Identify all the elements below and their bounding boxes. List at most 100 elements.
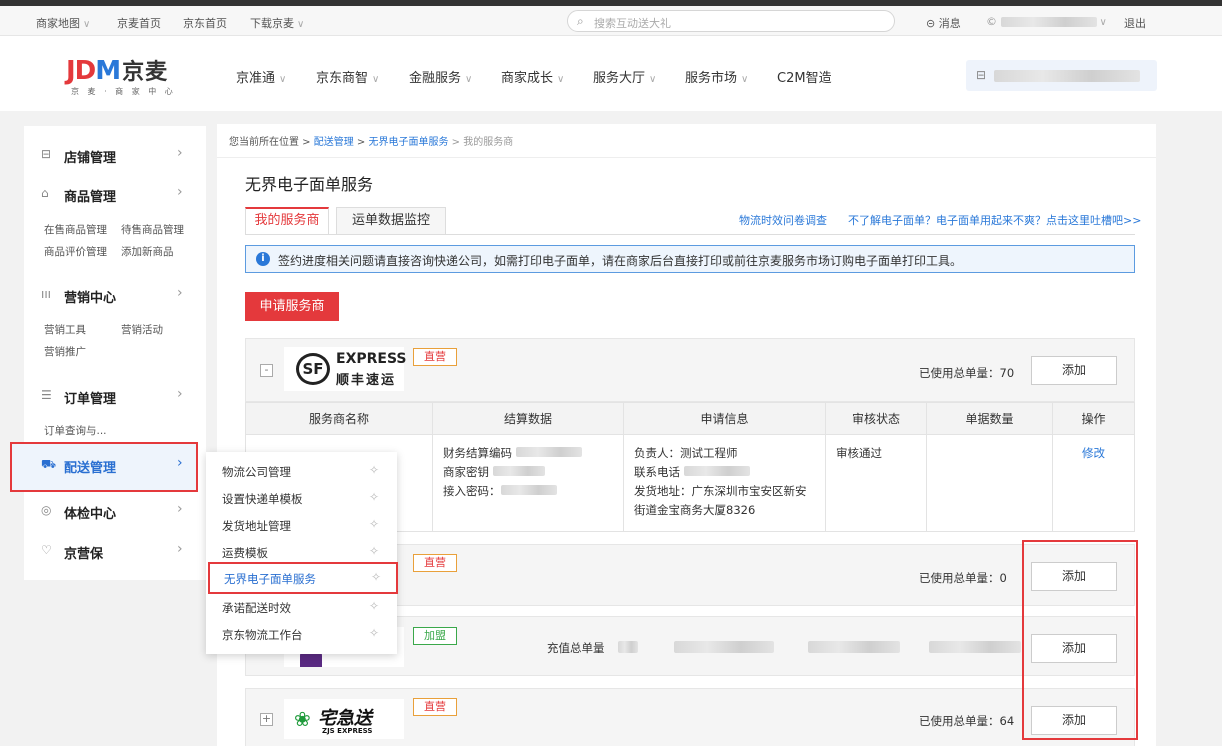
username-blurred (1000, 17, 1097, 27)
sidebar-sub-tools[interactable]: 营销工具 (44, 322, 86, 337)
sidebar-item-jingyingbao[interactable]: ♡ 京营保 › (24, 538, 206, 564)
cell-status: 审核通过 (825, 434, 927, 532)
sidebar-sub-add[interactable]: 添加新商品 (121, 244, 174, 259)
settle-pwd-label: 接入密码： (443, 484, 501, 498)
sidebar-item-orders[interactable]: ☰ 订单管理 › (24, 383, 206, 409)
nav-jingzhuntong[interactable]: 京准通 ∨ (236, 67, 286, 86)
sidebar-item-label: 配送管理 (64, 461, 117, 476)
sidebar-sub-pending[interactable]: 待售商品管理 (121, 222, 184, 237)
search-input[interactable]: ⌕ 搜索互动送大礼 (567, 10, 895, 32)
provider-card-zjs: + ❀ 宅急送 ZJS EXPRESS 直营 已使用总单量：64 添加 (245, 688, 1135, 746)
submenu-ewaybill-service[interactable]: 无界电子面单服务 ✧ (208, 562, 398, 594)
apply-provider-button[interactable]: 申请服务商 (245, 292, 339, 321)
sf-mark-icon: SF (296, 353, 330, 385)
divider (217, 157, 1156, 158)
notice-text: 签约进度相关问题请直接咨询快递公司，如需打印电子面单，请在商家后台直接打印或前往… (278, 254, 963, 268)
submenu-label: 物流公司管理 (222, 465, 291, 479)
expand-toggle[interactable]: + (260, 713, 273, 726)
collapse-toggle[interactable]: - (260, 364, 273, 377)
col-header: 结算数据 (432, 402, 624, 435)
annotation-highlight-frame (1022, 540, 1138, 740)
nav-growth[interactable]: 商家成长 ∨ (501, 67, 564, 86)
table-header-row: 服务商名称 结算数据 申请信息 审核状态 单据数量 操作 (245, 402, 1135, 435)
info-icon: i (256, 252, 270, 266)
pin-icon[interactable]: ✧ (369, 626, 379, 640)
status-badge: 直营 (413, 348, 457, 366)
sidebar-sub-order-query[interactable]: 订单查询与... (44, 423, 107, 438)
edit-link[interactable]: 修改 (1082, 446, 1105, 460)
chevron-down-icon: ∨ (297, 19, 305, 30)
nav-service-hall[interactable]: 服务大厅 ∨ (593, 67, 656, 86)
chevron-right-icon: › (177, 455, 183, 471)
settle-code-label: 财务结算编码 (443, 446, 512, 460)
sidebar-sub-activity[interactable]: 营销活动 (121, 322, 163, 337)
submenu-express-template[interactable]: 设置快递单模板 ✧ (206, 485, 397, 512)
heart-icon: ♡ (41, 543, 52, 557)
pin-icon[interactable]: ✧ (369, 599, 379, 613)
submenu-logistics-company[interactable]: 物流公司管理 ✧ (206, 458, 397, 485)
chevron-right-icon: › (177, 386, 183, 402)
chevron-right-icon: › (177, 541, 183, 557)
truck-icon: ⛟ (41, 457, 57, 471)
messages-link[interactable]: ⊝ 消息 (926, 15, 961, 31)
sidebar-item-marketing[interactable]: ııı 营销中心 › (24, 282, 206, 308)
sidebar-item-label: 订单管理 (64, 392, 117, 407)
breadcrumb-separator: > (448, 137, 464, 148)
sidebar-item-store[interactable]: ⊟ 店铺管理 › (24, 142, 206, 168)
add-button[interactable]: 添加 (1031, 356, 1117, 385)
topbar-merchant-map[interactable]: 商家地图 ∨ (36, 15, 90, 31)
shop-selector[interactable]: ⊟ (966, 60, 1157, 91)
submenu-label: 京东物流工作台 (222, 628, 303, 642)
chevron-down-icon: ∨ (1099, 17, 1107, 28)
submenu-address[interactable]: 发货地址管理 ✧ (206, 512, 397, 539)
nav-finance[interactable]: 金融服务 ∨ (409, 67, 472, 86)
nav-c2m[interactable]: C2M智造 (777, 67, 832, 86)
pin-icon[interactable]: ✧ (369, 517, 379, 531)
pin-icon[interactable]: ✧ (369, 544, 379, 558)
breadcrumb-ewaybill[interactable]: 无界电子面单服务 (369, 137, 449, 148)
col-header: 服务商名称 (245, 402, 433, 435)
sidebar-item-label: 京营保 (64, 547, 104, 562)
sidebar-sub-review[interactable]: 商品评价管理 (44, 244, 107, 259)
submenu-jd-logistics[interactable]: 京东物流工作台 ✧ (206, 621, 397, 648)
sidebar-item-delivery[interactable]: ⛟ 配送管理 › (10, 442, 198, 492)
sidebar-sub-promo[interactable]: 营销推广 (44, 344, 86, 359)
page-title: 无界电子面单服务 (245, 175, 374, 194)
cell-count (926, 434, 1053, 532)
status-badge: 加盟 (413, 627, 457, 645)
shop-name-blurred (994, 70, 1140, 82)
logo-cn: 京麦 (122, 60, 169, 85)
sidebar-item-label: 体检中心 (64, 507, 117, 522)
feedback-link[interactable]: 不了解电子面单？电子面单用起来不爽？点击这里吐槽吧>> (848, 212, 1141, 228)
topbar-download[interactable]: 下载京麦 ∨ (250, 15, 304, 31)
breadcrumb: 您当前所在位置 > 配送管理 > 无界电子面单服务 > 我的服务商 (229, 133, 513, 148)
settle-key-label: 商家密钥 (443, 465, 489, 479)
submenu-promise-time[interactable]: 承诺配送时效 ✧ (206, 594, 397, 621)
nav-label: 商家成长 (501, 71, 554, 86)
chevron-right-icon: › (177, 184, 183, 200)
tab-waybill-monitor[interactable]: 运单数据监控 (336, 207, 446, 235)
sidebar-item-checkup[interactable]: ◎ 体检中心 › (24, 498, 206, 524)
topbar-jd-home[interactable]: 京东首页 (183, 15, 227, 31)
topbar-jingmai-home[interactable]: 京麦首页 (117, 15, 161, 31)
sidebar-item-goods[interactable]: ⌂ 商品管理 › (24, 181, 206, 207)
survey-link[interactable]: 物流时效问卷调查 (739, 212, 827, 228)
jingmai-logo[interactable]: JDM京麦 (66, 54, 168, 86)
shield-icon: ◎ (41, 503, 52, 517)
user-menu[interactable]: © ∨ (986, 15, 1107, 28)
topbar-merchant-map-label: 商家地图 (36, 17, 80, 30)
breadcrumb-delivery[interactable]: 配送管理 (314, 137, 354, 148)
tab-my-providers[interactable]: 我的服务商 (245, 207, 329, 235)
pin-icon[interactable]: ✧ (369, 463, 379, 477)
breadcrumb-current: 我的服务商 (463, 137, 514, 148)
nav-shangzhi[interactable]: 京东商智 ∨ (316, 67, 379, 86)
col-header: 单据数量 (926, 402, 1053, 435)
sf-logo-en: EXPRESS (336, 351, 407, 367)
logout-link[interactable]: 退出 (1124, 15, 1146, 31)
nav-service-market[interactable]: 服务市场 ∨ (685, 67, 748, 86)
zjs-logo: ❀ 宅急送 ZJS EXPRESS (284, 699, 404, 739)
pin-icon[interactable]: ✧ (369, 490, 379, 504)
chevron-down-icon: ∨ (372, 74, 380, 85)
sidebar-sub-onsale[interactable]: 在售商品管理 (44, 222, 107, 237)
pin-icon[interactable]: ✧ (371, 570, 381, 584)
